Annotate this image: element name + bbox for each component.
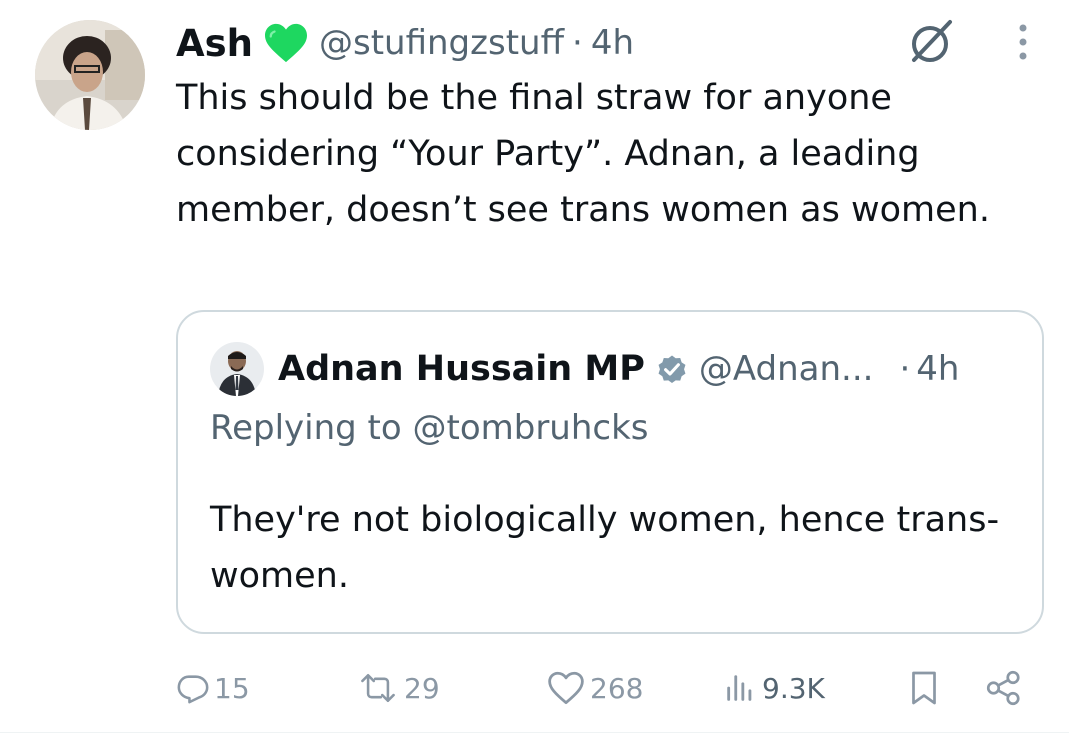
- green-heart-icon: [263, 22, 309, 64]
- replying-to[interactable]: Replying to @tombruhcks: [210, 408, 649, 448]
- like-icon: [546, 670, 586, 706]
- quoted-author-avatar[interactable]: [210, 342, 264, 396]
- reply-button[interactable]: 15: [176, 660, 250, 716]
- like-count: 268: [590, 671, 644, 705]
- tweet-header: Ash @stufingzstuff · 4h: [176, 18, 634, 68]
- quoted-tweet-time[interactable]: 4h: [916, 349, 959, 389]
- views-count: 9.3K: [762, 671, 825, 705]
- reply-count: 15: [214, 671, 250, 705]
- share-icon: [984, 670, 1024, 706]
- views-icon: [722, 671, 758, 705]
- repost-count: 29: [404, 671, 440, 705]
- action-bar: 15 29 268 9.3K: [0, 660, 1069, 716]
- author-handle[interactable]: @stufingzstuff: [319, 23, 564, 63]
- bookmark-button[interactable]: [908, 660, 940, 716]
- like-button[interactable]: 268: [546, 660, 643, 716]
- reply-icon: [176, 671, 210, 705]
- verified-badge-icon: [655, 352, 689, 386]
- author-avatar[interactable]: [35, 20, 145, 130]
- quoted-header-separator: ·: [899, 349, 911, 389]
- more-options-icon[interactable]: [1010, 22, 1036, 70]
- divider: [0, 732, 1069, 733]
- quoted-tweet-text: They're not biologically women, hence tr…: [210, 500, 1000, 596]
- author-name[interactable]: Ash: [176, 22, 253, 65]
- bookmark-icon: [908, 670, 940, 706]
- repost-icon: [356, 671, 400, 705]
- share-button[interactable]: [984, 660, 1024, 716]
- quoted-author-name[interactable]: Adnan Hussain MP: [278, 349, 645, 389]
- tweet-time[interactable]: 4h: [591, 23, 634, 63]
- header-separator: ·: [572, 23, 583, 63]
- tweet-text: This should be the final straw for anyon…: [176, 78, 990, 230]
- views-button[interactable]: 9.3K: [722, 660, 825, 716]
- repost-button[interactable]: 29: [356, 660, 440, 716]
- grok-icon[interactable]: [902, 14, 958, 74]
- quoted-author-handle[interactable]: @Adnan...: [699, 349, 874, 389]
- quoted-tweet-header: Adnan Hussain MP @Adnan... · 4h: [278, 342, 959, 396]
